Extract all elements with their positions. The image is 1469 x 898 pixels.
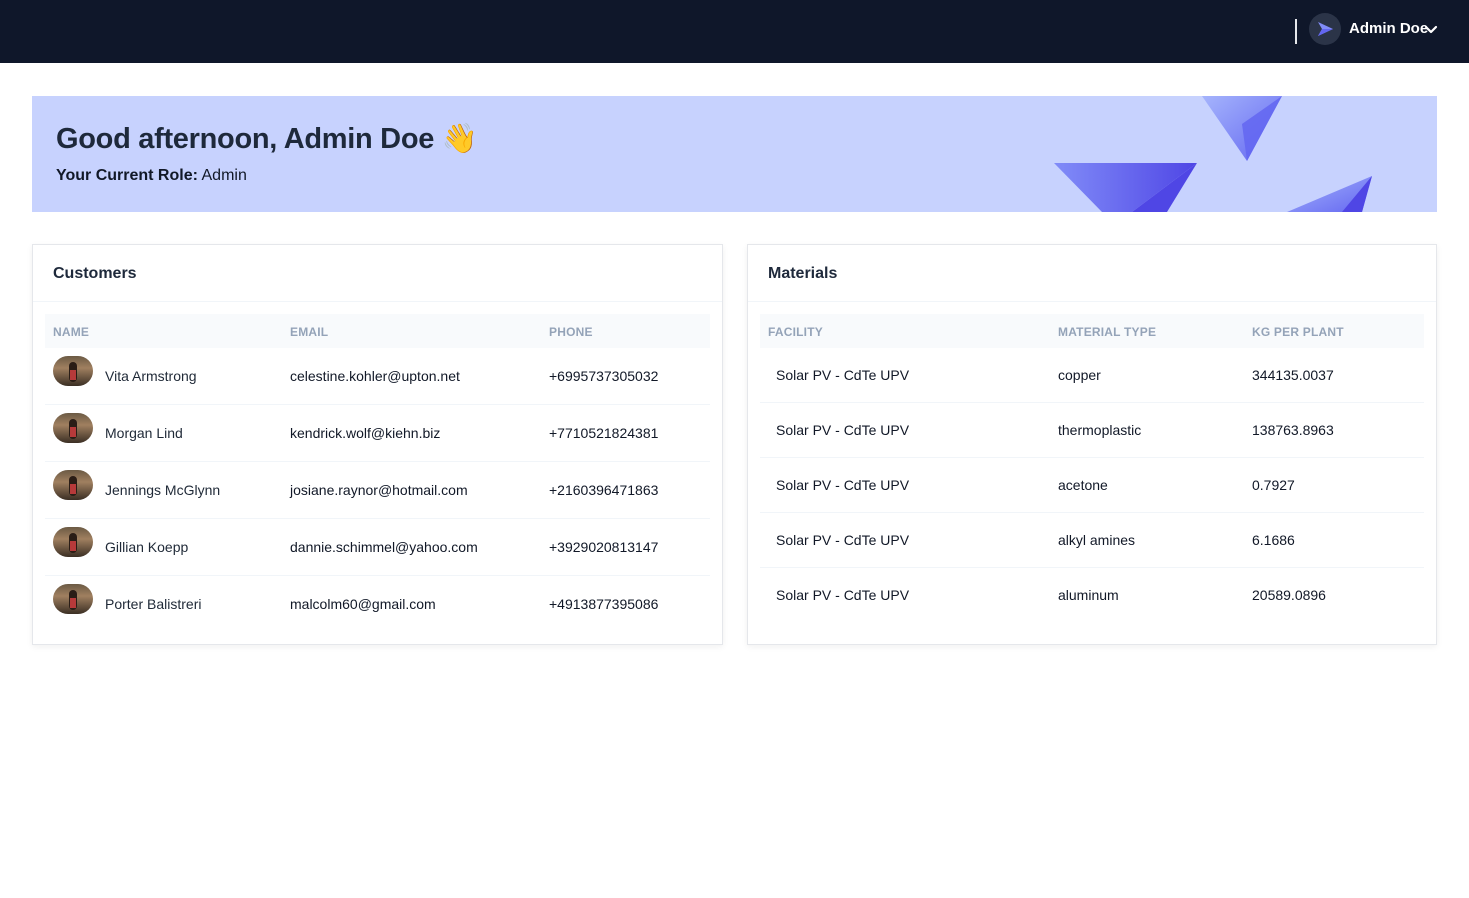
customer-name: Morgan Lind	[105, 425, 183, 441]
avatar	[53, 470, 93, 500]
chevron-down-icon[interactable]	[1424, 23, 1438, 37]
paper-planes-illustration	[1054, 96, 1372, 212]
greeting-title: Good afternoon, Admin Doe 👋	[56, 123, 478, 155]
navbar-divider	[1295, 19, 1297, 44]
column-header-facility: FACILITY	[768, 325, 823, 339]
customer-name: Porter Balistreri	[105, 596, 202, 612]
customer-phone: +7710521824381	[549, 425, 659, 441]
materials-card-title: Materials	[748, 245, 1436, 302]
customer-name: Jennings McGlynn	[105, 482, 221, 498]
kg-per-plant-cell: 6.1686	[1252, 532, 1295, 548]
avatar	[53, 527, 93, 557]
role-label: Your Current Role:	[56, 167, 198, 184]
material-type-cell: acetone	[1058, 477, 1108, 493]
kg-per-plant-cell: 344135.0037	[1252, 367, 1334, 383]
welcome-banner: Good afternoon, Admin Doe 👋 Your Current…	[32, 96, 1437, 212]
kg-per-plant-cell: 0.7927	[1252, 477, 1295, 493]
customer-phone: +6995737305032	[549, 368, 659, 384]
facility-cell: Solar PV - CdTe UPV	[776, 532, 910, 548]
top-navbar: Admin Doe	[0, 0, 1469, 63]
table-row[interactable]: Solar PV - CdTe UPV aluminum 20589.0896	[760, 568, 1424, 623]
column-header-phone: PHONE	[549, 325, 593, 339]
kg-per-plant-cell: 20589.0896	[1252, 587, 1326, 603]
customers-card: Customers NAME EMAIL PHONE Vita Armstron…	[32, 244, 723, 645]
material-type-cell: aluminum	[1058, 587, 1119, 603]
table-row[interactable]: Solar PV - CdTe UPV copper 344135.0037	[760, 348, 1424, 403]
material-type-cell: alkyl amines	[1058, 532, 1136, 548]
facility-cell: Solar PV - CdTe UPV	[776, 422, 910, 438]
table-row[interactable]: Solar PV - CdTe UPV alkyl amines 6.1686	[760, 513, 1424, 568]
customer-email: dannie.schimmel@yahoo.com	[290, 539, 478, 555]
column-header-material-type: MATERIAL TYPE	[1058, 325, 1157, 339]
customer-phone: +4913877395086	[549, 596, 659, 612]
paper-plane-icon	[1318, 22, 1333, 36]
customer-phone: +3929020813147	[549, 539, 659, 555]
table-header: NAME EMAIL PHONE	[45, 314, 710, 348]
customer-name: Gillian Koepp	[105, 539, 189, 555]
material-type-cell: copper	[1058, 367, 1101, 383]
table-row[interactable]: Gillian Koepp dannie.schimmel@yahoo.com …	[45, 519, 710, 576]
materials-table: FACILITY MATERIAL TYPE KG PER PLANT Sola…	[760, 314, 1424, 623]
customer-name: Vita Armstrong	[105, 368, 197, 384]
customers-card-title: Customers	[33, 245, 722, 302]
column-header-name: NAME	[53, 325, 90, 339]
current-role: Your Current Role: Admin	[56, 167, 247, 185]
customer-email: malcolm60@gmail.com	[290, 596, 436, 612]
avatar	[53, 413, 93, 443]
material-type-cell: thermoplastic	[1058, 422, 1142, 438]
table-row[interactable]: Morgan Lind kendrick.wolf@kiehn.biz +771…	[45, 405, 710, 462]
table-row[interactable]: Jennings McGlynn josiane.raynor@hotmail.…	[45, 462, 710, 519]
table-row[interactable]: Solar PV - CdTe UPV thermoplastic 138763…	[760, 403, 1424, 458]
table-row[interactable]: Solar PV - CdTe UPV acetone 0.7927	[760, 458, 1424, 513]
table-row[interactable]: Vita Armstrong celestine.kohler@upton.ne…	[45, 348, 710, 405]
customer-email: celestine.kohler@upton.net	[290, 368, 460, 384]
user-avatar[interactable]	[1309, 13, 1341, 45]
avatar	[53, 356, 93, 386]
column-header-email: EMAIL	[290, 325, 329, 339]
kg-per-plant-cell: 138763.8963	[1252, 422, 1334, 438]
user-menu-name[interactable]: Admin Doe	[1349, 20, 1428, 38]
facility-cell: Solar PV - CdTe UPV	[776, 477, 910, 493]
table-row[interactable]: Porter Balistreri malcolm60@gmail.com +4…	[45, 576, 710, 633]
customer-phone: +2160396471863	[549, 482, 659, 498]
materials-card: Materials FACILITY MATERIAL TYPE KG PER …	[747, 244, 1437, 645]
facility-cell: Solar PV - CdTe UPV	[776, 367, 910, 383]
customers-table: NAME EMAIL PHONE Vita Armstrong celestin…	[45, 314, 710, 633]
customer-email: kendrick.wolf@kiehn.biz	[290, 425, 441, 441]
avatar	[53, 584, 93, 614]
column-header-kg-per-plant: KG PER PLANT	[1252, 325, 1344, 339]
customer-email: josiane.raynor@hotmail.com	[290, 482, 468, 498]
facility-cell: Solar PV - CdTe UPV	[776, 587, 910, 603]
role-value: Admin	[201, 167, 247, 184]
table-header: FACILITY MATERIAL TYPE KG PER PLANT	[760, 314, 1424, 348]
